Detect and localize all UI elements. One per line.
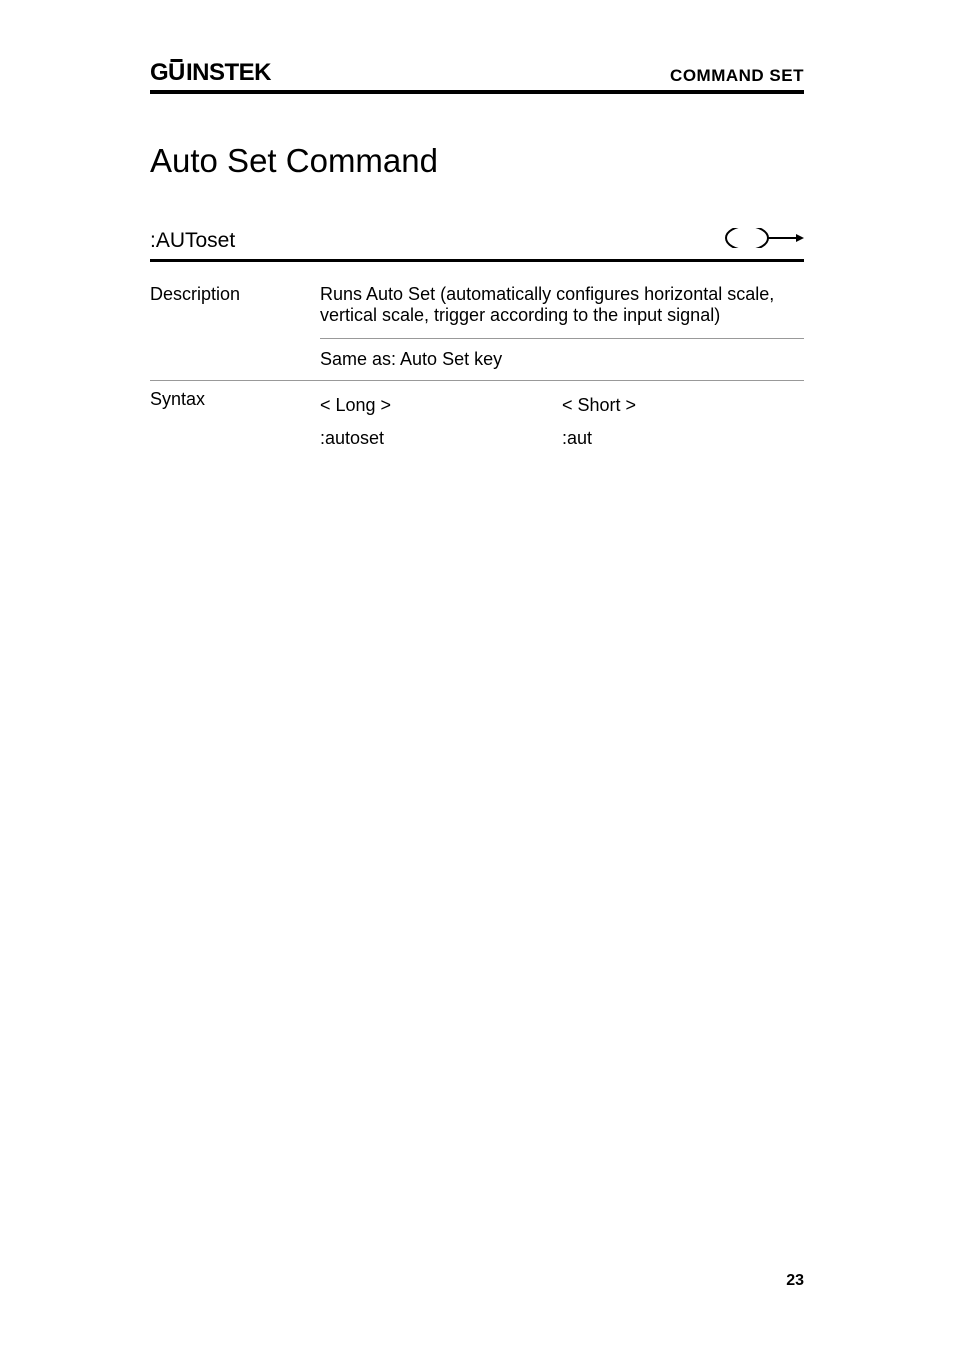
gwinstek-logo-icon: G U INSTEK [150, 58, 300, 86]
page-header: G U INSTEK COMMAND SET [150, 58, 804, 94]
svg-text:U: U [168, 59, 186, 86]
description-sameas: Same as: Auto Set key [320, 338, 804, 372]
syntax-long-header: < Long > [320, 389, 562, 422]
command-header-row: :AUToset [150, 228, 804, 262]
description-row: Description Runs Auto Set (automatically… [150, 276, 804, 381]
svg-text:INSTEK: INSTEK [186, 59, 272, 86]
description-text: Runs Auto Set (automatically configures … [320, 284, 804, 326]
brand-logo: G U INSTEK [150, 58, 300, 86]
syntax-label: Syntax [150, 381, 320, 463]
syntax-long-value: :autoset [320, 422, 562, 455]
command-name: :AUToset [150, 229, 235, 253]
svg-text:G: G [150, 59, 169, 86]
set-only-icon [718, 228, 804, 253]
page-number: 23 [786, 1272, 804, 1290]
description-label: Description [150, 276, 320, 380]
syntax-content: < Long > :autoset < Short > :aut [320, 381, 804, 463]
command-info-table: Description Runs Auto Set (automatically… [150, 276, 804, 463]
page-title: Auto Set Command [150, 142, 804, 180]
syntax-short-header: < Short > [562, 389, 804, 422]
description-content: Runs Auto Set (automatically configures … [320, 276, 804, 380]
section-label: COMMAND SET [670, 66, 804, 86]
syntax-row: Syntax < Long > :autoset < Short > :aut [150, 381, 804, 463]
syntax-short-value: :aut [562, 422, 804, 455]
